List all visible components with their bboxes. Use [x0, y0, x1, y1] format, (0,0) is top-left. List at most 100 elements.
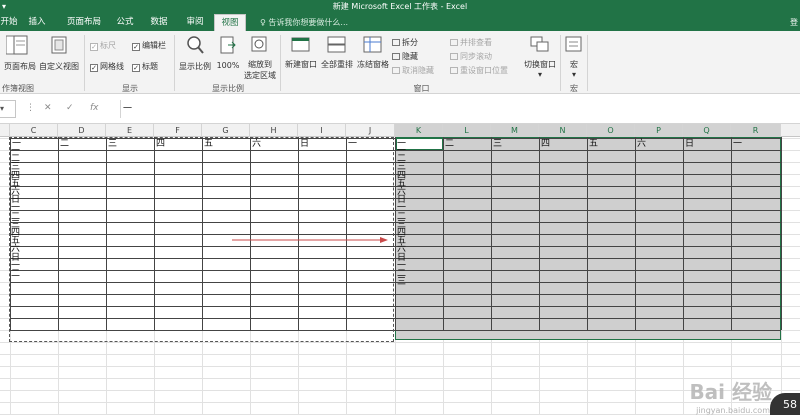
cell[interactable]: 三 [397, 277, 406, 287]
column-header-q[interactable]: Q [683, 124, 731, 137]
group-separator [84, 35, 85, 91]
column-header-h[interactable]: H [250, 124, 298, 137]
gridline-horizontal [0, 342, 800, 343]
cell[interactable]: 一 [733, 139, 742, 149]
cell[interactable]: 三 [493, 139, 502, 149]
page-layout-label: 页面布局 [4, 62, 36, 71]
cell[interactable]: 日 [685, 139, 694, 149]
reset-window-position-button[interactable]: 重设窗口位置 [450, 65, 508, 76]
workbook-views-group-label: 作簿视图 [2, 84, 34, 93]
column-header-p[interactable]: P [635, 124, 683, 137]
name-box-dropdown[interactable]: ▾ [0, 100, 16, 118]
cell[interactable]: 三 [108, 139, 117, 149]
column-header-c[interactable]: C [10, 124, 58, 137]
ruler-checkbox[interactable]: ✓ 标尺 [90, 40, 116, 51]
column-header-f[interactable]: F [154, 124, 202, 137]
enter-formula-icon[interactable]: ✓ [66, 103, 74, 113]
switch-windows-label: 切换窗口 [524, 60, 556, 69]
gridlines-checkbox[interactable]: ✓ 网格线 [90, 61, 124, 72]
table-border-horizontal [395, 198, 781, 199]
tab-home[interactable]: 开始 [0, 14, 18, 31]
cell[interactable]: 四 [156, 139, 165, 149]
tab-view[interactable]: 视图 [214, 14, 246, 31]
table-border-horizontal [395, 258, 781, 259]
column-header-e[interactable]: E [106, 124, 154, 137]
insert-function-icon[interactable]: fx [90, 103, 99, 113]
zoom-100-button[interactable]: 100% [214, 35, 242, 70]
more-options-icon: ⋮ [26, 103, 35, 113]
tab-insert[interactable]: 插入 [24, 14, 50, 31]
cell[interactable]: 五 [589, 139, 598, 149]
window-title: 新建 Microsoft Excel 工作表 - Excel [332, 2, 468, 11]
freeze-panes-button[interactable]: 冻结窗格 [355, 35, 391, 70]
tell-me-search[interactable]: ♀ 告诉我你想要做什么... [260, 14, 348, 31]
unhide-icon [392, 67, 400, 74]
tab-page-layout[interactable]: 页面布局 [60, 14, 108, 31]
freeze-panes-label: 冻结窗格 [357, 60, 389, 69]
cell[interactable]: 六 [637, 139, 646, 149]
column-header-i[interactable]: I [298, 124, 346, 137]
table-border-horizontal [395, 246, 781, 247]
column-header-r[interactable]: R [731, 124, 781, 137]
headings-checkbox[interactable]: ✓ 标题 [132, 61, 158, 72]
column-header-d[interactable]: D [58, 124, 106, 137]
tab-data[interactable]: 数据 [146, 14, 172, 31]
cell[interactable]: 日 [300, 139, 309, 149]
switch-windows-button[interactable]: 切换窗口 ▾ [520, 35, 560, 79]
cell[interactable]: 六 [252, 139, 261, 149]
zoom-100-label: 100% [216, 61, 240, 70]
hide-icon [392, 53, 400, 60]
cell[interactable]: 二 [445, 139, 454, 149]
table-border-horizontal [395, 162, 781, 163]
column-header-partial[interactable] [0, 124, 10, 137]
zoom-button[interactable]: 显示比例 [178, 35, 212, 72]
chevron-down-icon: ▾ [537, 70, 542, 79]
arrow-right-icon [232, 237, 388, 243]
new-window-icon [291, 37, 310, 52]
zoom-to-selection-button[interactable]: 缩放到 选定区域 [242, 35, 278, 81]
zoom-selection-icon [251, 36, 267, 52]
gridline-horizontal [0, 402, 800, 403]
unhide-button[interactable]: 取消隐藏 [392, 65, 434, 76]
cell[interactable]: 一 [348, 139, 357, 149]
ribbon-tabs: 开始 插入 页面布局 公式 数据 审阅 视图 ♀ 告诉我你想要做什么... 登 [0, 14, 800, 31]
table-border-horizontal [395, 330, 781, 331]
sign-in-link[interactable]: 登 [790, 14, 798, 31]
cancel-formula-icon[interactable]: ✕ [44, 103, 52, 113]
side-by-side-icon [450, 39, 458, 46]
cell[interactable]: 二 [60, 139, 69, 149]
cell-area[interactable]: 一二三四五六日一一二三四五六日一一二三四五六日一二三四五六日一二一二三四五六日一… [0, 137, 800, 415]
split-button[interactable]: 拆分 [392, 37, 418, 48]
page-layout-view-button[interactable]: 页面布局 [2, 35, 38, 72]
view-side-by-side-button[interactable]: 并排查看 [450, 37, 492, 48]
formula-input[interactable]: 一 [120, 100, 800, 118]
tab-review[interactable]: 审阅 [182, 14, 208, 31]
column-header-g[interactable]: G [202, 124, 250, 137]
sync-scroll-button[interactable]: 同步滚动 [450, 51, 492, 62]
cell[interactable]: 二 [11, 269, 20, 279]
arrange-all-button[interactable]: 全部重排 [319, 35, 355, 70]
macros-button[interactable]: 宏 ▾ [563, 35, 585, 79]
gridline-horizontal [0, 390, 800, 391]
cell[interactable]: 五 [204, 139, 213, 149]
column-header-n[interactable]: N [539, 124, 587, 137]
group-separator [280, 35, 281, 91]
arrange-all-icon [327, 36, 346, 53]
selected-range[interactable] [395, 137, 781, 340]
column-header-j[interactable]: J [346, 124, 395, 137]
column-header-m[interactable]: M [491, 124, 539, 137]
watermark-logo: Bai 经验 [689, 380, 772, 404]
new-window-button[interactable]: 新建窗口 [283, 35, 319, 70]
show-group-label: 显示 [122, 84, 138, 93]
column-header-o[interactable]: O [587, 124, 635, 137]
column-header-k[interactable]: K [395, 124, 443, 137]
split-icon [392, 39, 400, 46]
hide-button[interactable]: 隐藏 [392, 51, 418, 62]
column-header-l[interactable]: L [443, 124, 491, 137]
formula-bar-checkbox[interactable]: ✓ 编辑栏 [132, 40, 166, 51]
custom-views-button[interactable]: 自定义视图 [38, 35, 80, 72]
tab-formulas[interactable]: 公式 [112, 14, 138, 31]
zoom-selection-label-1: 缩放到 [248, 60, 272, 69]
table-border-horizontal [395, 234, 781, 235]
cell[interactable]: 四 [541, 139, 550, 149]
